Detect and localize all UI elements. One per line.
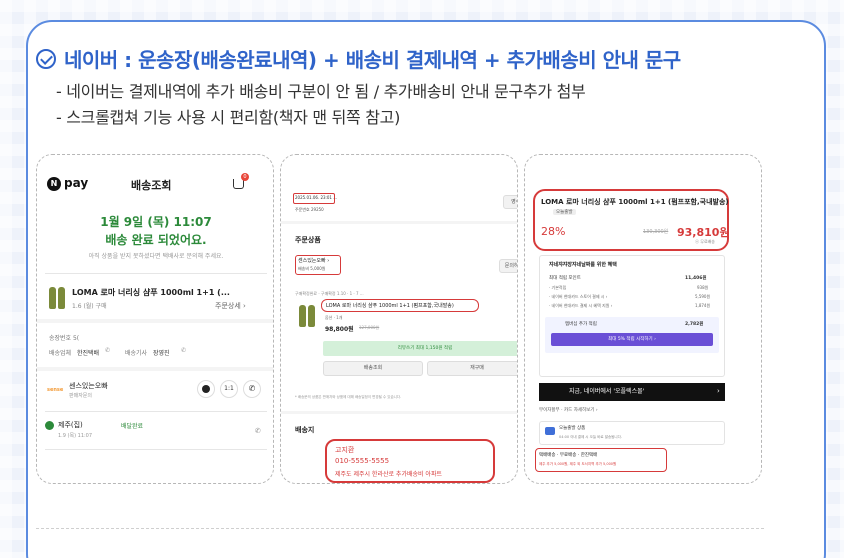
divider [281, 411, 517, 414]
membership-cta[interactable]: 최대 5% 적립 시작하기 › [551, 333, 713, 346]
shipping-type: 택배배송 · 무료배송 · 한진택배 [539, 453, 598, 458]
benefit-panel [539, 255, 725, 377]
inquiry-button[interactable]: 문의하기 [499, 259, 517, 273]
membership-label: 멤버십 추가 적립 [565, 322, 597, 327]
product-name[interactable]: LOMA 로마 너리싱 샴푸 1000ml 1+1 (펌프포함,국내발송) [326, 302, 454, 309]
product-meta: 1.6 (월) 구매 [72, 303, 107, 310]
one-to-one-label: 1:1 [224, 385, 234, 392]
product-title: LOMA 로마 너리싱 샴푸 1000ml 1+1 (펌프포함,국내발송) [541, 198, 729, 206]
review-bar[interactable]: 리뷰쓰기 최대 1,150원 적립 [323, 341, 517, 356]
section-address: 배송지 [295, 426, 315, 434]
divider [37, 367, 273, 371]
screenshot-delivery-tracking: N pay 배송조회 0 1월 9일 (목) 11:07 배송 완료 되었어요.… [36, 154, 274, 484]
seller-sub: 판매자문의 [69, 393, 93, 399]
headline: 네이버 : 운송장(배송완료내역) + 배송비 결제내역 + 추가배송비 안내 … [36, 44, 681, 73]
today-sub: 04:00 이내 결제 시 오늘 바로 발송됩니다. [559, 435, 622, 439]
installment-link[interactable]: 무이자할부 · 카드 자세히보기 › [539, 407, 598, 413]
benefit-row-label: · 기본적립 [549, 285, 567, 290]
max-point-label: 최대 적립 포인트 [549, 276, 581, 281]
shipping-note: 제주 추가 5,000원, 제주 외 도서지역 추가 5,000원 [539, 462, 617, 466]
courier-value: 한진택배 [77, 350, 100, 357]
step-time: 1.9 (목) 11:07 [58, 433, 93, 439]
recipient-address: 제주도 제주시 한라산로 추가배송비 아파트 [335, 471, 442, 478]
rebuy-button[interactable]: 재구매 [427, 361, 517, 376]
membership-value: 2,782원 [685, 322, 704, 327]
benefit-row-value: 5,590원 [695, 294, 711, 299]
receipt-button[interactable]: 영수증 [503, 195, 517, 209]
delivery-date: 1월 9일 (목) 11:07 [100, 215, 212, 229]
benefit-row-label[interactable]: · 네이버 현대카드 스토어 결제 시 › [549, 294, 607, 300]
benefit-row-value: 938원 [697, 285, 709, 290]
product-bottle-icon [299, 305, 306, 327]
screenshot-product-page: LOMA 로마 너리싱 샴푸 1000ml 1+1 (펌프포함,국내발송) 오늘… [524, 154, 762, 484]
phone-icon[interactable]: ✆ [181, 347, 186, 354]
delivery-notice: 아직 상품을 받지 못하셨다면 택배사로 문의해 주세요. [88, 253, 224, 260]
today-tag: 오늘출발 [553, 209, 576, 215]
discount-rate: 28% [541, 225, 566, 238]
phone-icon[interactable]: ✆ [105, 347, 110, 354]
bullet-2: - 스크롤캡쳐 기능 사용 시 편리함(책자 맨 뒤쪽 참고) [56, 108, 401, 127]
divider [45, 449, 267, 450]
point-note: ⓝ 무료배송 [695, 239, 715, 244]
confirm-line: 구매확정완료 · 구매확정 1.10 · 1 · 7 ... [295, 291, 364, 296]
delivery-tracking-button[interactable]: 배송조회 [323, 361, 423, 376]
review-bar-label: 리뷰쓰기 최대 1,150원 적립 [397, 346, 453, 351]
chevron-right-icon: › [717, 387, 720, 395]
fine-print: * 배송문의 상품은 판매자와 상품에 대해 배송일정이 변경될 수 있습니다. [295, 395, 402, 399]
recipient-phone: 010-5555-5555 [335, 457, 390, 465]
npay-logo-icon: N [47, 177, 61, 191]
truck-icon [545, 427, 555, 435]
screenshot-order-detail: 2025.01.06. 23:01 ... 주문번호 29250 영수증 주문상… [280, 154, 518, 484]
product-name[interactable]: LOMA 로마 너리싱 샴푸 1000ml 1+1 (... [72, 287, 230, 298]
benefit-row-label[interactable]: · 네이버 현대카드 결제 시 혜택 지원 › [549, 303, 612, 309]
product-option: 옵션 · 1개 [325, 315, 343, 320]
order-date: 2025.01.06. 23:01 ... [295, 195, 338, 200]
sale-price: 93,810원 [677, 226, 730, 239]
check-circle-icon [36, 48, 56, 69]
today-label: 오늘출발 상품 [559, 426, 586, 431]
benefit-title: 쟈네쟈쟈장쟈네날짜를 위한 혜택 [549, 262, 617, 268]
recipient-name: 고지환 [335, 446, 355, 454]
membership-cta-label: 최대 5% 적립 시작하기 › [608, 337, 656, 342]
product-price-strike: 127,000원 [359, 325, 380, 330]
check-icon [45, 421, 54, 430]
headline-text: 네이버 : 운송장(배송완료내역) + 배송비 결제내역 + 추가배송비 안내 … [64, 48, 681, 72]
order-number: 주문번호 29250 [295, 207, 324, 212]
order-detail-link[interactable]: 주문상세 › [215, 301, 246, 311]
divider [45, 273, 267, 274]
seller-name[interactable]: 센스있는오빠 [69, 381, 108, 391]
driver-label: 배송기사 [125, 350, 148, 357]
courier-label: 배송업체 [49, 350, 72, 357]
product-bottle-icon [308, 305, 315, 327]
benefit-row-value: 1,874원 [695, 303, 711, 308]
promo-banner-text: 지금, 네이버에서 '오플렉스몰' [569, 388, 645, 395]
bullet-1: - 네이버는 결제내역에 추가 배송비 구분이 안 됨 / 추가배송비 안내 문… [56, 82, 586, 101]
promo-banner[interactable]: 지금, 네이버에서 '오플렉스몰' [539, 383, 725, 401]
strike-price: 130,300원 [643, 229, 669, 235]
tracking-label: 송장번호 5( [49, 335, 80, 342]
divider [37, 319, 273, 323]
product-bottle-icon [58, 287, 65, 309]
product-price: 98,800원 [325, 326, 354, 333]
seller-name[interactable]: 센스있는오빠 › [298, 257, 329, 264]
section-order-items: 주문상품 [295, 236, 321, 244]
step-status: 배달완료 [121, 423, 144, 430]
phone-button[interactable]: ✆ [243, 380, 261, 398]
ship-fee: 배송비 5,000원 [298, 266, 326, 271]
bottom-divider [36, 528, 764, 529]
page-title: 배송조회 [131, 179, 172, 192]
driver-value: 장영진 [153, 350, 170, 357]
one-to-one-button[interactable]: 1:1 [220, 380, 238, 398]
phone-icon[interactable]: ✆ [255, 427, 261, 435]
max-point-value: 11,406원 [685, 276, 707, 281]
seller-logo: sense [47, 387, 64, 393]
divider [45, 411, 267, 412]
cart-badge: 0 [241, 173, 249, 181]
product-bottle-icon [49, 287, 56, 309]
divider [281, 221, 517, 224]
delivery-status: 배송 완료 되었어요. [105, 233, 207, 247]
npay-logo-text: pay [64, 176, 89, 190]
step-name: 제주(집) [58, 421, 83, 429]
talk-icon [202, 385, 210, 393]
